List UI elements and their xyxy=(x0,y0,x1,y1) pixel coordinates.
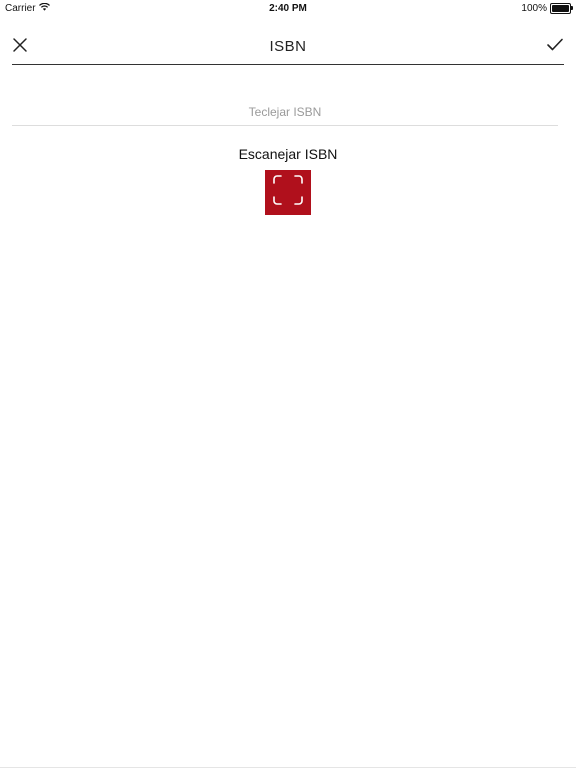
status-bar: Carrier 2:40 PM 100% xyxy=(0,0,576,18)
battery-fill xyxy=(552,5,569,12)
scan-frame-icon xyxy=(272,174,304,211)
status-time: 2:40 PM xyxy=(269,3,307,14)
scan-isbn-button[interactable] xyxy=(265,170,311,215)
page-title: ISBN xyxy=(269,38,307,55)
battery-icon xyxy=(550,3,573,14)
checkmark-icon[interactable] xyxy=(546,37,564,53)
isbn-input[interactable] xyxy=(12,98,558,126)
battery-group: 100% xyxy=(521,3,573,14)
scan-isbn-label: Escanejar ISBN xyxy=(238,146,338,162)
battery-percent: 100% xyxy=(521,3,547,14)
navigation-bar: ISBN xyxy=(12,28,564,65)
